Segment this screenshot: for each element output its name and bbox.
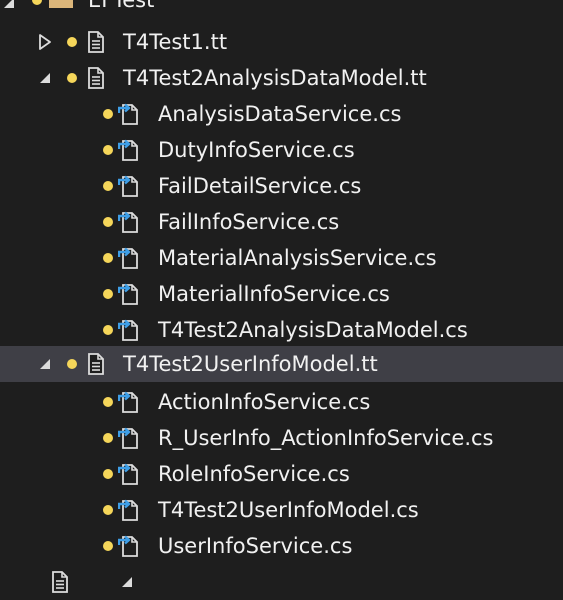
status-dot-icon [103, 289, 113, 299]
tree-row-cs-file[interactable]: FailDetailService.cs [0, 168, 563, 204]
analysis-model-label: T4Test2AnalysisDataModel.tt [123, 66, 427, 90]
cs-file-icon [118, 282, 140, 306]
tree-row-cs-file[interactable]: UserInfoService.cs [0, 528, 563, 564]
tree-row-cs-file[interactable]: R_UserInfo_ActionInfoService.cs [0, 420, 563, 456]
status-dot-icon [67, 73, 77, 83]
status-dot-icon [67, 359, 77, 369]
tree-row-cs-file[interactable]: MaterialAnalysisService.cs [0, 240, 563, 276]
cs-file-label: ActionInfoService.cs [158, 390, 371, 414]
cs-file-label: FailInfoService.cs [158, 210, 340, 234]
status-dot-icon [103, 181, 113, 191]
tree-row-cs-file[interactable]: T4Test2AnalysisDataModel.cs [0, 312, 563, 348]
cs-file-label: FailDetailService.cs [158, 174, 362, 198]
cs-file-icon [118, 210, 140, 234]
status-dot-icon [103, 505, 113, 515]
status-dot-icon [103, 253, 113, 263]
cs-file-label: MaterialAnalysisService.cs [158, 246, 437, 270]
cs-file-label: RoleInfoService.cs [158, 462, 350, 486]
text-file-icon [86, 352, 106, 376]
text-file-icon [50, 570, 70, 594]
cs-file-label: AnalysisDataService.cs [158, 102, 402, 126]
cs-file-icon [118, 174, 140, 198]
tree-row-cs-file[interactable]: RoleInfoService.cs [0, 456, 563, 492]
cs-file-icon [118, 534, 140, 558]
solution-explorer-tree: EFTest T4Test1.tt T4Test2AnalysisDataMod… [0, 0, 563, 572]
expand-arrow-icon[interactable] [120, 574, 136, 590]
expanded-arrow-icon[interactable] [38, 70, 54, 86]
cs-file-label: T4Test2UserInfoModel.cs [158, 498, 419, 522]
status-dot-icon [103, 145, 113, 155]
expand-arrow-icon[interactable] [2, 0, 18, 11]
cs-file-icon [118, 426, 140, 450]
cs-file-label: DutyInfoService.cs [158, 138, 355, 162]
status-dot-icon [103, 109, 113, 119]
t4test1-label: T4Test1.tt [123, 30, 228, 54]
cs-file-label: T4Test2AnalysisDataModel.cs [158, 318, 468, 342]
tree-row-clipped[interactable] [0, 564, 563, 600]
userinfo-model-label: T4Test2UserInfoModel.tt [123, 352, 378, 376]
tree-row-cs-file[interactable]: T4Test2UserInfoModel.cs [0, 492, 563, 528]
status-dot-icon [103, 325, 113, 335]
cs-file-icon [118, 462, 140, 486]
tree-row-t4test1[interactable]: T4Test1.tt [0, 24, 563, 60]
status-dot-icon [103, 469, 113, 479]
status-dot-icon [67, 37, 77, 47]
cs-file-icon [118, 246, 140, 270]
tree-row-userinfo-model[interactable]: T4Test2UserInfoModel.tt [0, 346, 563, 382]
cs-file-label: UserInfoService.cs [158, 534, 353, 558]
text-file-icon [86, 30, 106, 54]
status-dot-icon [103, 397, 113, 407]
tree-row-cs-file[interactable]: MaterialInfoService.cs [0, 276, 563, 312]
cs-file-icon [118, 390, 140, 414]
text-file-icon [86, 66, 106, 90]
expanded-arrow-icon[interactable] [38, 356, 54, 372]
tree-row-cs-file[interactable]: ActionInfoService.cs [0, 384, 563, 420]
cs-file-label: MaterialInfoService.cs [158, 282, 390, 306]
tree-row-cs-file[interactable]: FailInfoService.cs [0, 204, 563, 240]
cs-file-icon [118, 102, 140, 126]
folder-icon [48, 0, 74, 9]
collapsed-arrow-icon[interactable] [38, 34, 54, 50]
status-dot-icon [32, 0, 42, 5]
cs-file-label: R_UserInfo_ActionInfoService.cs [158, 426, 494, 450]
cs-file-icon [118, 318, 140, 342]
tree-row-analysis-model[interactable]: T4Test2AnalysisDataModel.tt [0, 60, 563, 96]
project-label: EFTest [88, 0, 155, 12]
cs-file-icon [118, 138, 140, 162]
status-dot-icon [103, 217, 113, 227]
cs-file-icon [118, 498, 140, 522]
tree-row-cs-file[interactable]: DutyInfoService.cs [0, 132, 563, 168]
status-dot-icon [103, 541, 113, 551]
status-dot-icon [103, 433, 113, 443]
tree-row-project[interactable]: EFTest [0, 0, 563, 18]
tree-row-cs-file[interactable]: AnalysisDataService.cs [0, 96, 563, 132]
